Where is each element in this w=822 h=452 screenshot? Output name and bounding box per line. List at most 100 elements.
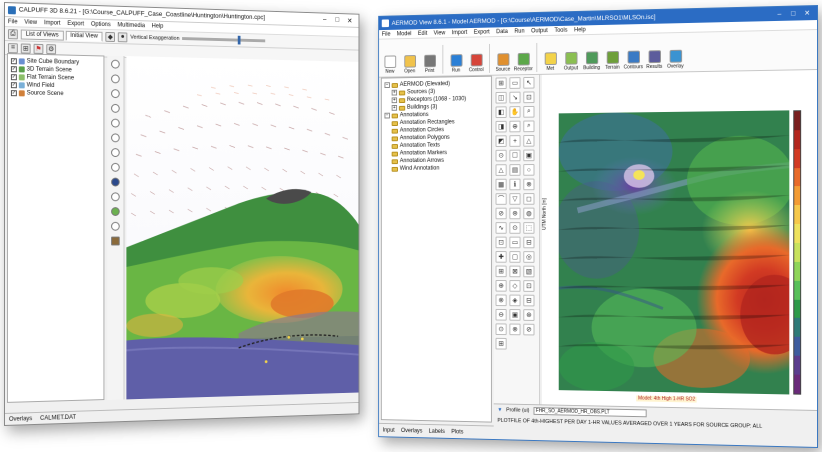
tool-icon[interactable]: ◫ xyxy=(495,91,507,104)
checkbox-icon[interactable]: ✓ xyxy=(10,90,17,97)
tool-icon[interactable]: ↖ xyxy=(523,76,535,89)
menu-file[interactable]: File xyxy=(8,19,18,25)
tool-icon[interactable]: ⬚ xyxy=(523,222,535,234)
concentration-map[interactable] xyxy=(558,110,790,395)
tool-icon[interactable]: ⊞ xyxy=(495,77,507,90)
ribbon-button-terrain[interactable]: Terrain xyxy=(603,50,622,71)
tool-icon[interactable]: ⊘ xyxy=(523,323,535,336)
minimize-icon[interactable]: – xyxy=(773,8,787,20)
tool-icon[interactable]: ⊡ xyxy=(523,91,535,104)
tool-icon[interactable]: ✋ xyxy=(509,106,521,118)
menu-import[interactable]: Import xyxy=(452,30,468,36)
ribbon-button-overlay[interactable]: Overlay xyxy=(666,49,685,70)
checkbox-icon[interactable]: ✓ xyxy=(10,82,17,89)
grid-icon[interactable]: ⊞ xyxy=(20,42,31,54)
tool-icon[interactable]: ⊕ xyxy=(509,120,521,133)
print-icon[interactable]: ⎙ xyxy=(7,28,18,39)
menu-edit[interactable]: Edit xyxy=(418,30,427,36)
ribbon-button-contours[interactable]: Contours xyxy=(624,50,643,70)
ribbon-button-receptor[interactable]: Receptor xyxy=(514,52,533,72)
tool-icon[interactable]: ◻ xyxy=(523,193,535,205)
settings-icon[interactable]: ⚙ xyxy=(46,43,57,54)
terrain-toggle-icon[interactable] xyxy=(111,236,120,246)
tool-icon[interactable]: ⊖ xyxy=(495,308,507,321)
tool-icon[interactable]: ⊠ xyxy=(509,265,521,278)
tool-icon[interactable]: ∿ xyxy=(495,222,507,234)
reset-view-icon[interactable] xyxy=(111,133,120,143)
tool-icon[interactable]: ☐ xyxy=(509,149,521,162)
tab-initial-view[interactable]: Initial View xyxy=(65,30,103,42)
expand-icon[interactable]: + xyxy=(391,104,398,111)
tool-icon[interactable]: ⊕ xyxy=(495,280,507,292)
record-icon[interactable] xyxy=(111,207,120,216)
tool-icon[interactable]: ▤ xyxy=(509,164,521,176)
tool-icon[interactable]: ◍ xyxy=(523,207,535,220)
tool-icon[interactable]: ⊛ xyxy=(523,309,535,321)
navigate-icon[interactable]: ◆ xyxy=(105,31,116,42)
tool-icon[interactable]: ⊙ xyxy=(495,149,507,162)
tool-icon[interactable]: + xyxy=(509,135,521,147)
tool-icon[interactable]: ○ xyxy=(523,164,535,176)
tool-icon[interactable]: ⊗ xyxy=(523,178,535,191)
checkbox-icon[interactable]: ✓ xyxy=(10,58,17,65)
menu-view[interactable]: View xyxy=(434,30,446,36)
tool-icon[interactable]: ⌕ xyxy=(523,120,535,133)
tool-icon[interactable]: ◈ xyxy=(509,294,521,307)
menu-help[interactable]: Help xyxy=(152,23,164,29)
menu-multimedia[interactable]: Multimedia xyxy=(117,22,145,29)
layer-icon[interactable]: ≡ xyxy=(7,42,18,53)
tool-icon[interactable]: ▽ xyxy=(509,193,521,205)
expand-icon[interactable]: + xyxy=(391,97,398,104)
tool-icon[interactable]: ⊗ xyxy=(509,323,521,336)
ribbon-button-results[interactable]: Results xyxy=(645,50,664,70)
tool-icon[interactable]: ⌒ xyxy=(495,193,507,205)
tool-icon[interactable]: ⊡ xyxy=(523,280,535,292)
tool-icon[interactable]: △ xyxy=(495,164,507,176)
tool-icon[interactable]: ▢ xyxy=(509,251,521,263)
ribbon-button-building[interactable]: Building xyxy=(582,51,601,71)
tab-labels[interactable]: Labels xyxy=(429,428,445,434)
tab-plots[interactable]: Plots xyxy=(451,429,463,435)
tool-icon[interactable]: ↘ xyxy=(509,91,521,104)
tool-icon[interactable]: ▣ xyxy=(509,309,521,321)
tool-icon[interactable]: △ xyxy=(523,134,535,147)
checkbox-icon[interactable]: ✓ xyxy=(10,66,17,73)
menu-import[interactable]: Import xyxy=(44,20,61,26)
menu-export[interactable]: Export xyxy=(474,29,490,35)
tab-list-of-views[interactable]: List of Views xyxy=(20,28,64,41)
tool-icon[interactable]: ⊞ xyxy=(495,265,507,278)
close-icon[interactable]: ✕ xyxy=(800,7,814,19)
tab-overlays[interactable]: Overlays xyxy=(9,416,32,423)
tool-icon[interactable]: ◇ xyxy=(509,280,521,292)
tool-icon[interactable]: ▣ xyxy=(523,149,535,162)
ribbon-button-open[interactable]: Open xyxy=(401,55,419,74)
flag-icon[interactable]: ⚑ xyxy=(33,43,44,54)
tool-icon[interactable]: ⊞ xyxy=(495,337,507,350)
tool-icon[interactable]: ⊟ xyxy=(523,236,535,249)
tool-icon[interactable]: ◧ xyxy=(495,106,507,119)
tool-icon[interactable]: ◩ xyxy=(495,135,507,147)
menu-view[interactable]: View xyxy=(24,19,37,25)
camera-icon[interactable] xyxy=(111,148,120,158)
ribbon-button-control[interactable]: Control xyxy=(467,53,485,74)
tool-icon[interactable]: ◎ xyxy=(523,251,535,263)
navigate-left-icon[interactable]: ▼ xyxy=(497,407,502,413)
ribbon-button-run[interactable]: Run xyxy=(447,54,465,74)
vertical-exaggeration-slider[interactable] xyxy=(182,35,266,45)
orbit-icon[interactable] xyxy=(111,118,120,128)
zoom-icon[interactable] xyxy=(111,89,120,99)
ribbon-button-new[interactable]: New xyxy=(381,55,399,75)
menu-options[interactable]: Options xyxy=(91,21,111,28)
maximize-icon[interactable]: □ xyxy=(786,7,800,19)
ribbon-button-print[interactable]: Print xyxy=(421,54,439,74)
menu-model[interactable]: Model xyxy=(397,31,412,37)
tool-icon[interactable]: ⊘ xyxy=(495,207,507,220)
menu-export[interactable]: Export xyxy=(67,20,84,26)
tool-icon[interactable]: ℹ xyxy=(509,178,521,191)
maximize-icon[interactable]: □ xyxy=(331,14,343,26)
animation-icon[interactable] xyxy=(111,192,120,202)
tilt-icon[interactable] xyxy=(111,103,120,113)
menu-data[interactable]: Data xyxy=(496,29,508,35)
tool-icon[interactable]: ▦ xyxy=(495,178,507,191)
menu-file[interactable]: File xyxy=(382,31,391,37)
